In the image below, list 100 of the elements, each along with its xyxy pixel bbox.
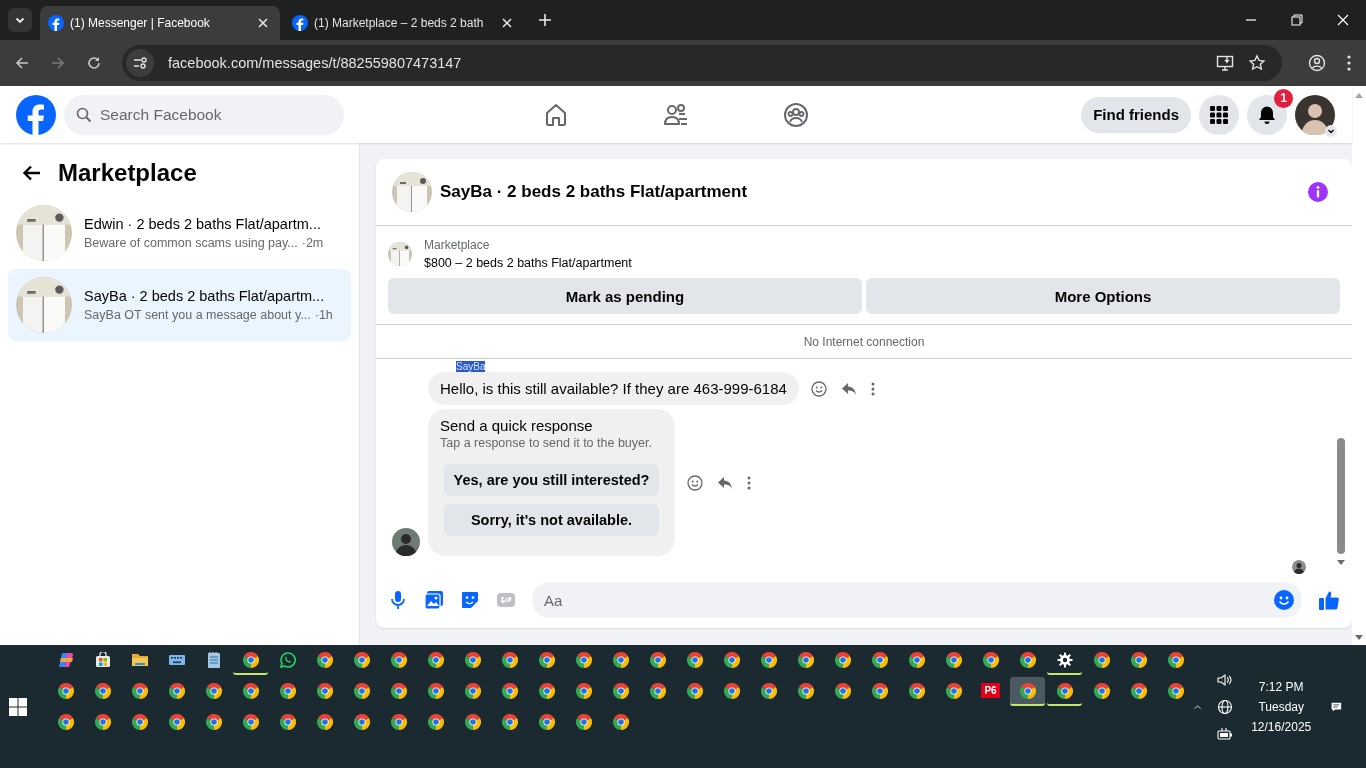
message-field[interactable]: Aa — [532, 582, 1302, 618]
clock-time: 7:12 PM — [1258, 679, 1304, 694]
chrome-icon — [353, 651, 370, 668]
back-icon[interactable] — [14, 55, 30, 71]
restore-icon[interactable] — [1291, 14, 1303, 26]
notepad-icon — [205, 650, 222, 669]
forward-icon[interactable] — [50, 55, 66, 71]
keyboard-icon — [167, 652, 186, 667]
copilot-icon — [56, 651, 75, 668]
emoji-icon[interactable] — [687, 474, 703, 491]
search-field[interactable]: Search Facebook — [64, 94, 344, 135]
notifications-button[interactable] — [1247, 94, 1287, 135]
conversation-title: SayBa · 2 beds 2 baths Flat/apartm... — [84, 288, 326, 304]
profile-icon[interactable] — [1308, 54, 1326, 72]
message-time: ·1h — [314, 308, 333, 322]
battery-icon[interactable] — [1217, 726, 1234, 741]
more-icon[interactable] — [870, 381, 875, 396]
new-tab-icon[interactable] — [538, 13, 552, 27]
close-icon[interactable] — [1337, 14, 1349, 26]
chrome-icon — [390, 682, 407, 699]
facebook-icon — [292, 15, 308, 31]
show-hidden-icons[interactable] — [1194, 702, 1202, 711]
site-settings-icon[interactable] — [126, 49, 154, 77]
listing-source: Marketplace — [424, 238, 491, 252]
folder-icon — [130, 651, 149, 668]
globe-icon[interactable] — [1217, 698, 1234, 715]
facebook-icon — [48, 15, 64, 31]
find-friends-button[interactable]: Find friends — [1081, 96, 1191, 133]
chrome-icon — [649, 651, 666, 668]
message-preview: SayBa OT sent you a message about y... — [84, 308, 311, 322]
scroll-down-icon[interactable] — [1354, 633, 1364, 641]
chrome-icon — [723, 682, 740, 699]
photo-icon[interactable] — [424, 590, 444, 610]
facebook-logo[interactable] — [16, 94, 56, 135]
sticker-icon[interactable] — [460, 590, 480, 610]
address-bar[interactable]: facebook.com/messages/t/882559807473147 — [122, 45, 1282, 81]
chrome-icon — [501, 682, 518, 699]
conversation-item[interactable]: SayBa · 2 beds 2 baths Flat/apartm... SayBa OT sent you a message about y... ·1h — [8, 269, 351, 341]
message-bubble: Hello, is this still available? If they are 463-999-6184 — [428, 372, 799, 405]
close-icon[interactable] — [256, 16, 270, 30]
chrome-icon — [57, 713, 74, 730]
chrome-icon — [908, 682, 925, 699]
thumbs-up-icon[interactable] — [1318, 589, 1340, 611]
chrome-icon — [1019, 682, 1036, 699]
chrome-icon — [353, 682, 370, 699]
url-text: facebook.com/messages/t/882559807473147 — [168, 55, 462, 71]
chrome-icon — [168, 713, 185, 730]
chrome-icon — [575, 651, 592, 668]
microphone-icon[interactable] — [388, 590, 408, 610]
avatar[interactable] — [1295, 94, 1335, 135]
menu-button[interactable] — [1199, 94, 1239, 135]
chrome-icon — [612, 682, 629, 699]
quick-reply-button[interactable]: Sorry, it's not available. — [444, 504, 659, 536]
connection-status: No Internet connection — [803, 334, 925, 349]
tab-search-button[interactable] — [8, 8, 32, 32]
store-icon — [94, 651, 111, 668]
groups-icon[interactable] — [782, 101, 809, 128]
chrome-icon — [279, 682, 296, 699]
chrome-icon — [131, 682, 148, 699]
chrome-icon — [464, 713, 481, 730]
more-icon[interactable] — [747, 475, 751, 490]
reload-icon[interactable] — [86, 55, 102, 71]
emoji-icon[interactable] — [1274, 590, 1294, 610]
browser-tab[interactable]: (1) Marketplace – 2 beds 2 bath — [284, 6, 524, 40]
menu-icon[interactable] — [1346, 54, 1352, 72]
back-arrow-icon[interactable] — [22, 163, 42, 183]
browser-tab[interactable]: (1) Messenger | Facebook — [40, 6, 280, 40]
quick-response-hint: Tap a response to send it to the buyer. — [440, 436, 653, 450]
chrome-icon — [501, 651, 518, 668]
friends-icon[interactable] — [662, 101, 689, 128]
chrome-icon — [279, 713, 296, 730]
taskbar-button[interactable]: P6 — [973, 677, 1008, 706]
chrome-icon — [427, 713, 444, 730]
windows-start-icon[interactable] — [9, 697, 27, 716]
install-app-icon[interactable] — [1216, 54, 1234, 72]
bookmark-star-icon[interactable] — [1248, 54, 1266, 72]
chrome-icon — [464, 651, 481, 668]
caret-icon[interactable] — [1325, 124, 1337, 137]
speaker-icon[interactable] — [1217, 672, 1234, 687]
scrollbar-thumb[interactable] — [1337, 438, 1345, 554]
chrome-icon — [686, 682, 703, 699]
chrome-icon — [945, 651, 962, 668]
chrome-icon — [834, 651, 851, 668]
scroll-down-icon[interactable] — [1336, 558, 1346, 566]
clock[interactable]: 7:12 PM Tuesday 12/16/2025 — [1251, 679, 1312, 734]
chrome-icon — [242, 713, 259, 730]
reply-icon[interactable] — [717, 474, 733, 491]
reply-icon[interactable] — [840, 380, 857, 397]
emoji-icon[interactable] — [810, 380, 827, 397]
chrome-icon — [1093, 651, 1110, 668]
close-icon[interactable] — [500, 16, 514, 30]
chrome-icon — [612, 713, 629, 730]
action-button[interactable]: Mark as pending — [388, 278, 862, 314]
conversation-item[interactable]: Edwin · 2 beds 2 baths Flat/apartm... Beware of common scams using pay... ·2m — [8, 197, 351, 269]
info-icon[interactable] — [1308, 182, 1328, 202]
quick-reply-button[interactable]: Yes, are you still interested? — [444, 464, 659, 496]
action-button[interactable]: More Options — [866, 278, 1340, 314]
chrome-icon — [316, 713, 333, 730]
chrome-icon — [353, 713, 370, 730]
avatar[interactable] — [392, 528, 420, 556]
